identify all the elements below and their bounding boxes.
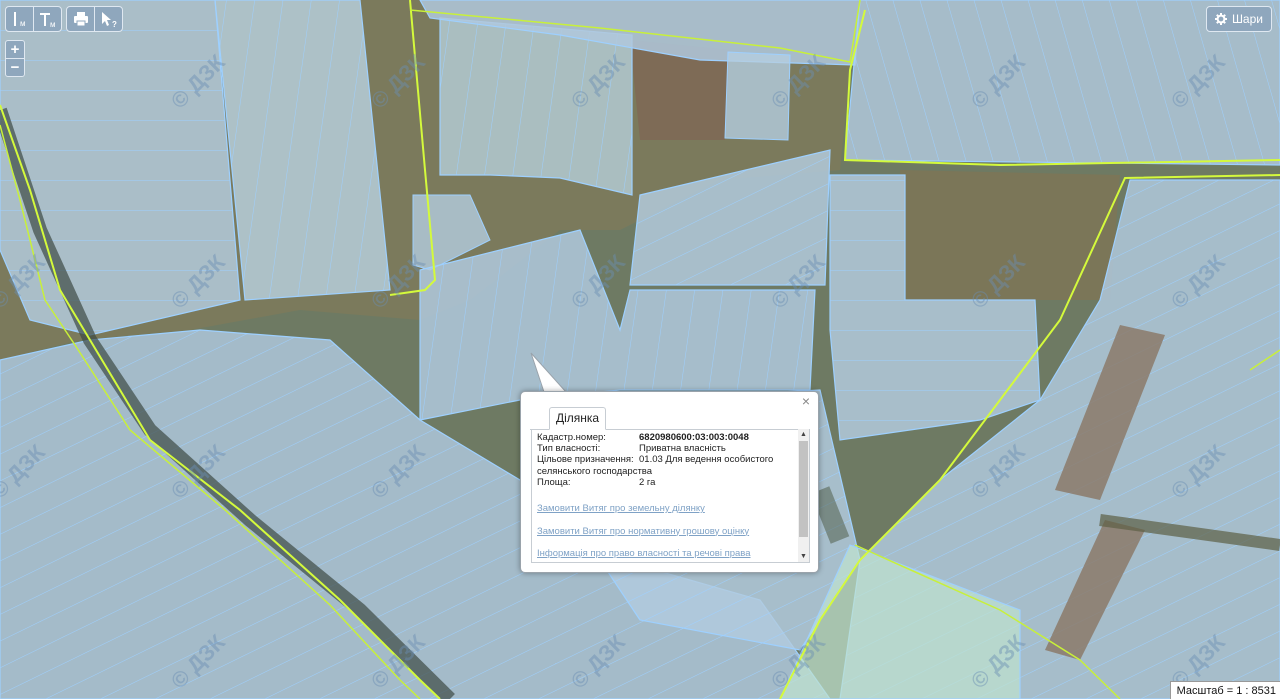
parcel-attributes: Кадастр.номер: 6820980600:03:003:0048 Ти… (537, 432, 795, 488)
svg-text:м: м (20, 19, 26, 28)
scale-label: Масштаб = 1 : 8531 (1176, 685, 1276, 697)
parcel-info-popup: × Ділянка Кадастр.номер: 6820980600:03:0… (520, 391, 819, 573)
parcel-group-nw2 (215, 0, 390, 300)
cadastral-number-value: 6820980600:03:003:0048 (639, 432, 749, 443)
zoom-out-button[interactable]: − (6, 58, 24, 76)
parcel-group-n (440, 18, 632, 195)
attr-row-ownership: Тип власності: Приватна власність (537, 443, 795, 454)
attr-label: Тип власності: (537, 443, 601, 455)
purpose-value: 01.03 Для ведення особистого (639, 454, 774, 466)
purpose-value-cont: селянського господарства (537, 465, 653, 477)
layers-button[interactable]: Шари (1205, 6, 1272, 32)
scroll-thumb[interactable] (799, 441, 808, 537)
printer-icon (73, 12, 88, 27)
popup-scrollbar[interactable]: ▲ ▼ (798, 429, 809, 562)
area-value: 2 га (639, 476, 656, 488)
map-toolbar: м м ? (5, 6, 123, 32)
layers-button-label: Шари (1231, 12, 1263, 26)
attr-row-purpose: Цільове призначення: 01.03 Для ведення о… (537, 454, 795, 465)
order-valuation-link[interactable]: Замовити Витяг про нормативну грошову оц… (537, 526, 799, 549)
attr-row-area: Площа: 2 га (537, 477, 795, 488)
close-icon[interactable]: × (800, 394, 812, 408)
svg-text:?: ? (112, 20, 117, 28)
popup-links: Замовити Витяг про земельну ділянку Замо… (537, 503, 799, 562)
ownership-value: Приватна власність (639, 443, 726, 455)
zoom-control: + − (5, 40, 25, 77)
map-canvas[interactable]: © ДЗК © ДЗК © ДЗК © ДЗК © ДЗК © ДЗК © ДЗ… (0, 0, 1280, 699)
identify-button[interactable]: ? (95, 7, 122, 31)
attr-label: Площа: (537, 476, 571, 488)
attr-label: Кадастр.номер: (537, 432, 606, 443)
ownership-info-link[interactable]: Інформація про право власності та речові… (537, 548, 799, 562)
zoom-in-button[interactable]: + (6, 41, 24, 58)
gear-icon (1214, 13, 1227, 25)
attr-row-cadastral: Кадастр.номер: 6820980600:03:003:0048 (537, 432, 795, 443)
order-extract-link[interactable]: Замовити Витяг про земельну ділянку (537, 503, 799, 526)
output-tools: ? (66, 6, 123, 32)
svg-text:м: м (50, 20, 56, 28)
measure-tools: м м (5, 6, 62, 32)
pointer-help-icon: ? (101, 12, 117, 28)
popup-tabbar: Ділянка (530, 407, 809, 430)
popup-content: Кадастр.номер: 6820980600:03:003:0048 Ти… (531, 429, 810, 563)
measure-area-button[interactable]: м (34, 7, 61, 31)
map-scale: Масштаб = 1 : 8531 (1169, 681, 1280, 699)
print-button[interactable] (67, 7, 95, 31)
tab-parcel[interactable]: Ділянка (549, 407, 607, 430)
attr-label: Цільове призначення: (537, 454, 634, 466)
attr-row-purpose-cont: селянського господарства (537, 466, 795, 477)
ruler-area-icon: м (39, 13, 56, 28)
scroll-up-icon[interactable]: ▲ (798, 429, 809, 440)
scroll-down-icon[interactable]: ▼ (798, 551, 809, 562)
measure-distance-button[interactable]: м (6, 7, 34, 31)
ruler-line-icon: м (13, 12, 26, 28)
